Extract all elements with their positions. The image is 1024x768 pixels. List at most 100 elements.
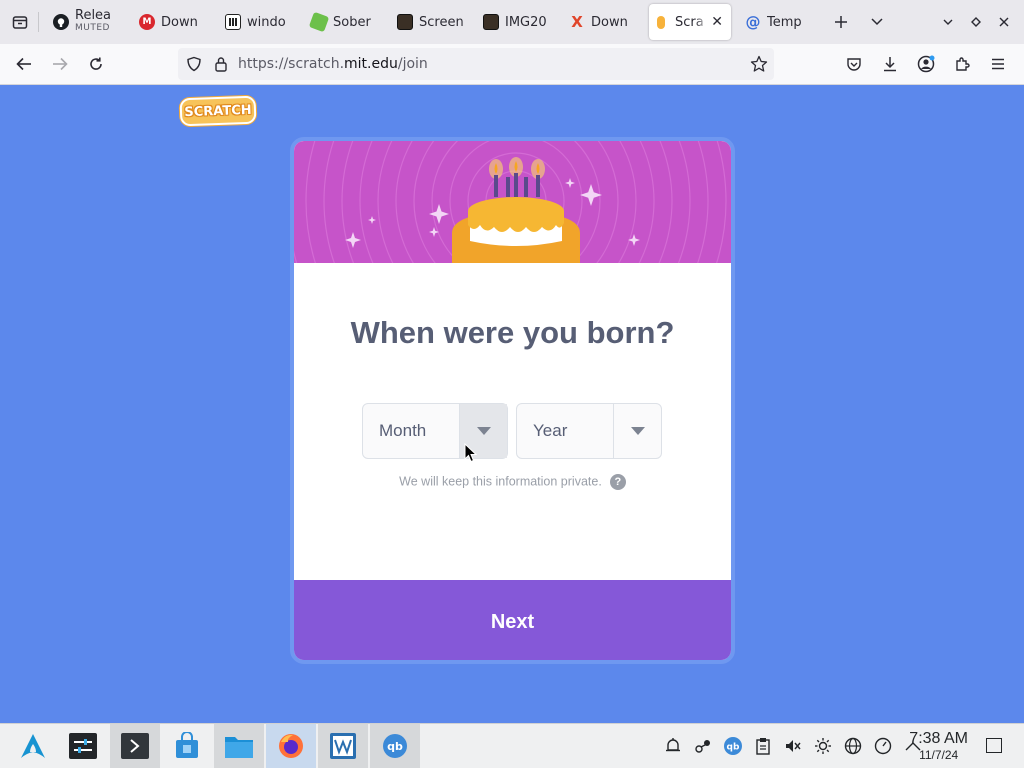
reload-icon: [90, 57, 102, 70]
svg-text:qb: qb: [387, 740, 403, 753]
birthday-cake-illustration: [294, 141, 727, 263]
tray-qbittorrent[interactable]: qb: [718, 731, 748, 761]
puzzle-icon: [956, 57, 970, 71]
image-icon: [397, 14, 413, 30]
at-icon: @: [745, 13, 761, 31]
tray-volume[interactable]: [778, 731, 808, 761]
tab-label: Down: [161, 14, 198, 30]
hamburger-menu-icon: [992, 58, 1004, 70]
page-title: When were you born?: [350, 315, 675, 350]
url-prefix: https://scratch.: [238, 56, 345, 72]
power-gauge-icon: [874, 737, 892, 755]
arch-linux-icon: [21, 734, 45, 758]
tab-label: Down: [591, 14, 628, 30]
tab-windows[interactable]: windo: [217, 4, 303, 40]
lock-icon[interactable]: [214, 56, 228, 72]
taskbar-vm-manager[interactable]: [318, 724, 368, 768]
tab-download-x[interactable]: X Down: [561, 4, 647, 40]
tray-brightness[interactable]: [808, 731, 838, 761]
month-select[interactable]: Month: [362, 403, 508, 459]
page-content: SCRATCH When were you born? Month Year W…: [0, 85, 1024, 723]
close-tab-icon[interactable]: ✕: [711, 14, 723, 30]
software-store-icon: [176, 732, 198, 758]
year-select-arrow[interactable]: [613, 404, 661, 458]
plus-icon: [835, 16, 847, 28]
tab-screen[interactable]: Screen: [389, 4, 475, 40]
show-desktop-button[interactable]: [986, 738, 1002, 753]
taskbar-settings[interactable]: [58, 724, 108, 768]
forward-button[interactable]: [44, 48, 76, 80]
app-launcher-button[interactable]: [8, 724, 58, 768]
tab-img[interactable]: IMG20: [475, 4, 561, 40]
tab-download-mega[interactable]: M Down: [131, 4, 217, 40]
taskbar-qbittorrent[interactable]: qb: [370, 724, 420, 768]
image-icon: [483, 14, 499, 30]
window-maximize-button[interactable]: [962, 4, 990, 40]
tray-clipboard[interactable]: [748, 731, 778, 761]
tracking-protection-icon[interactable]: [186, 56, 202, 72]
taskbar-discover[interactable]: [162, 724, 212, 768]
back-arrow-icon: [16, 57, 31, 71]
tray-power[interactable]: [868, 731, 898, 761]
downloads-button[interactable]: [872, 48, 908, 80]
taskbar-terminal[interactable]: [110, 724, 160, 768]
pocket-icon: [847, 58, 861, 71]
scratch-logo[interactable]: SCRATCH: [179, 95, 257, 127]
url-bar[interactable]: https://scratch.mit.edu/join: [178, 48, 774, 80]
taskbar-firefox[interactable]: [266, 724, 316, 768]
tab-label: IMG20: [505, 14, 547, 30]
window-close-button[interactable]: [990, 4, 1018, 40]
mouse-cursor-icon: [464, 443, 478, 463]
back-button[interactable]: [8, 48, 40, 80]
firefox-icon: [279, 734, 303, 758]
tray-network[interactable]: [838, 731, 868, 761]
caret-down-icon: [630, 427, 645, 435]
qbittorrent-icon: qb: [724, 737, 742, 755]
tab-temp[interactable]: @ Temp: [737, 4, 817, 40]
caret-down-icon: [476, 427, 491, 435]
firefox-view-button[interactable]: [2, 4, 38, 40]
virtual-machine-icon: [330, 733, 356, 759]
terminal-icon: [121, 733, 149, 759]
tray-notifications[interactable]: [658, 731, 688, 761]
pocket-button[interactable]: [836, 48, 872, 80]
year-select[interactable]: Year: [516, 403, 662, 459]
birthday-banner: [294, 141, 731, 263]
help-icon[interactable]: ?: [609, 474, 626, 490]
download-icon: [884, 57, 896, 72]
clipboard-icon: [756, 738, 770, 755]
new-tab-button[interactable]: [823, 4, 859, 40]
mega-icon: M: [139, 14, 155, 30]
tab-label: windo: [247, 14, 286, 30]
digital-clock[interactable]: 7:38 AM 11/7/24: [909, 730, 968, 762]
archive-icon: [225, 14, 241, 30]
menu-button[interactable]: [980, 48, 1016, 80]
system-tray: qb: [658, 724, 928, 768]
tab-scratch[interactable]: Scra ✕: [649, 4, 731, 40]
list-all-tabs-button[interactable]: [859, 4, 895, 40]
url-text[interactable]: https://scratch.mit.edu/join: [238, 56, 428, 72]
account-button[interactable]: [908, 48, 944, 80]
svg-text:qb: qb: [727, 743, 740, 753]
network-globe-icon: [844, 737, 862, 755]
window-minimize-button[interactable]: [934, 4, 962, 40]
qbittorrent-icon: qb: [383, 734, 407, 758]
bookmark-star-icon[interactable]: [750, 55, 768, 73]
year-select-value: Year: [533, 421, 568, 440]
diamond-icon: [971, 17, 981, 27]
tab-releases[interactable]: Relea MUTED: [45, 4, 131, 40]
cake: [452, 197, 580, 263]
tab-label: Temp: [767, 14, 802, 30]
reload-button[interactable]: [80, 48, 112, 80]
clock-time: 7:38 AM: [909, 730, 968, 747]
next-button[interactable]: Next: [294, 580, 731, 660]
extensions-button[interactable]: [944, 48, 980, 80]
forward-arrow-icon: [53, 57, 68, 71]
month-select-value: Month: [379, 421, 427, 440]
birthdate-form: When were you born? Month Year We will k…: [294, 263, 731, 580]
taskbar-file-manager[interactable]: [214, 724, 264, 768]
tab-label: Relea: [75, 9, 112, 22]
tray-kdeconnect[interactable]: [688, 731, 718, 761]
tab-sober[interactable]: Sober: [303, 4, 389, 40]
clock-date: 11/7/24: [919, 748, 959, 762]
